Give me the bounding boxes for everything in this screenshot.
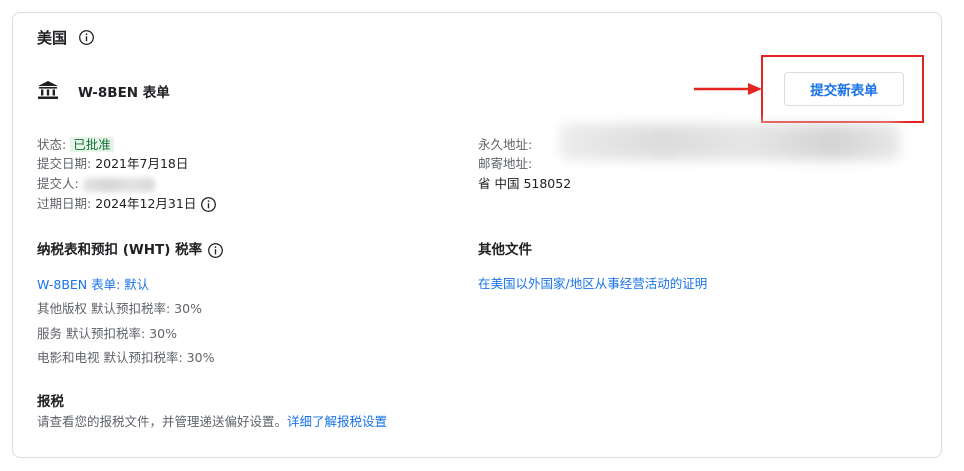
submit-date-label: 提交日期:	[37, 156, 92, 171]
mailing-address-line: 省 中国 518052	[478, 176, 572, 191]
submitter-row: 提交人:	[37, 175, 155, 193]
wht-title-text: 纳税表和预扣 (WHT) 税率	[37, 242, 203, 258]
wht-form-link[interactable]: W-8BEN 表单: 默认	[37, 276, 149, 294]
tax-report-settings-link[interactable]: 详细了解报税设置	[287, 414, 387, 429]
status-badge: 已批准	[70, 137, 114, 152]
country-title: 美国	[37, 29, 68, 47]
tax-report-row: 请查看您的报税文件，并管理递送偏好设置。详细了解报税设置	[37, 413, 387, 431]
tax-report-title: 报税	[37, 394, 64, 410]
other-docs-title: 其他文件	[478, 242, 532, 258]
form-title: W-8BEN 表单	[78, 85, 170, 101]
annotation-highlight-box	[761, 55, 924, 123]
info-icon[interactable]	[78, 27, 95, 46]
submit-date-value: 2021年7月18日	[95, 156, 189, 171]
wht-rate-royalty: 其他版权 默认预扣税率: 30%	[37, 301, 202, 316]
status-row: 状态: 已批准	[37, 136, 114, 154]
other-docs-link[interactable]: 在美国以外国家/地区从事经营活动的证明	[478, 275, 707, 293]
permanent-address-label: 永久地址:	[478, 137, 533, 152]
expiry-label: 过期日期:	[37, 196, 92, 211]
submitter-label: 提交人:	[37, 176, 79, 191]
expiry-value: 2024年12月31日	[95, 196, 197, 211]
redacted-address	[560, 124, 900, 160]
tax-report-text: 请查看您的报税文件，并管理递送偏好设置。	[37, 414, 288, 429]
submit-date-row: 提交日期: 2021年7月18日	[37, 155, 188, 173]
wht-rate-services: 服务 默认预扣税率: 30%	[37, 326, 177, 341]
expiry-info-icon[interactable]	[200, 196, 217, 212]
bank-icon	[37, 80, 59, 100]
wht-info-icon[interactable]	[207, 242, 224, 258]
annotation-arrow-icon	[694, 83, 762, 95]
mailing-address-label: 邮寄地址:	[478, 156, 533, 171]
redacted-submitter	[82, 177, 155, 192]
expiry-row: 过期日期: 2024年12月31日	[37, 195, 217, 213]
wht-title: 纳税表和预扣 (WHT) 税率	[37, 238, 224, 259]
wht-rate-film-tv: 电影和电视 默认预扣税率: 30%	[37, 350, 215, 365]
status-label: 状态:	[37, 137, 67, 152]
